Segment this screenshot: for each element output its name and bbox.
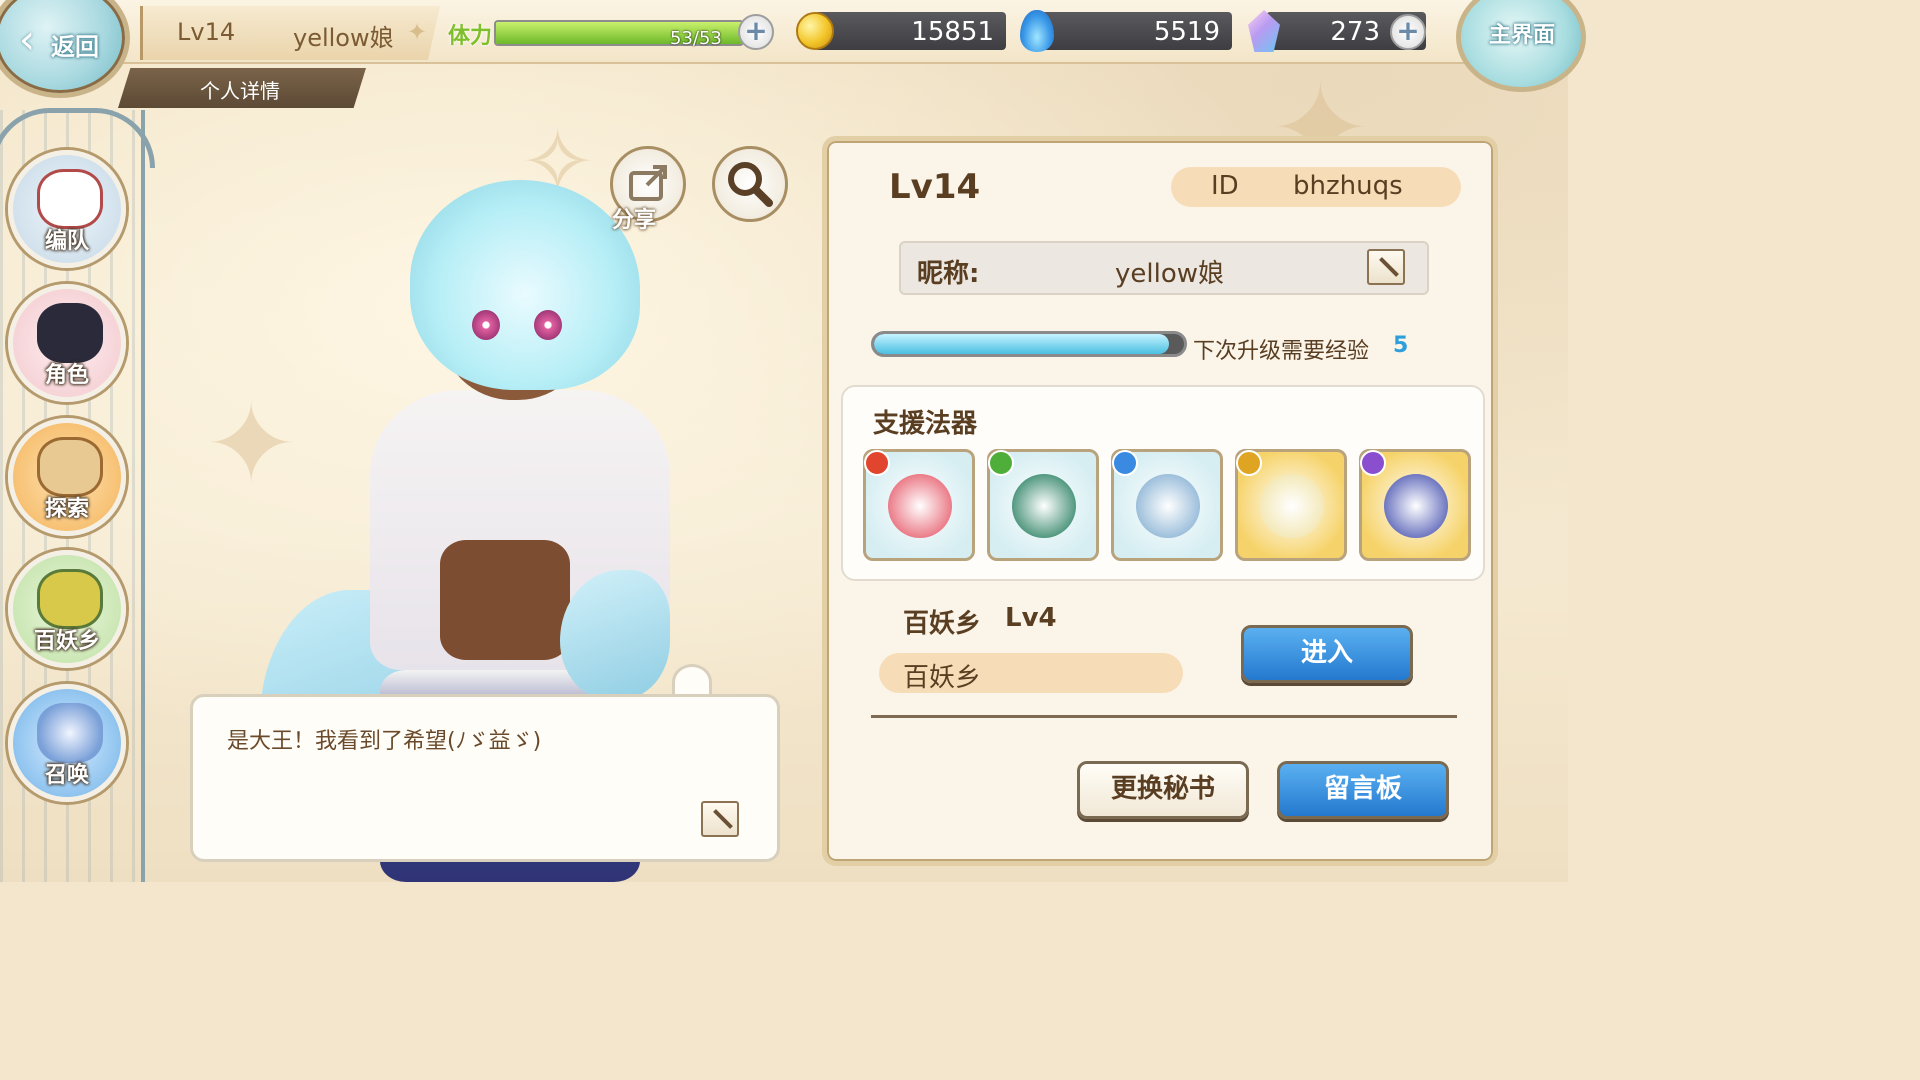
tab-personal-details[interactable]: 个人详情 bbox=[118, 68, 366, 108]
sparkle-icon: ✦ bbox=[407, 18, 428, 46]
sidebar-item-character[interactable]: 角色 bbox=[8, 284, 126, 402]
artifact-slot[interactable] bbox=[1359, 449, 1471, 561]
stamina-value: 53/53 bbox=[670, 28, 722, 49]
zoom-button[interactable] bbox=[712, 146, 788, 222]
gold-value: 15851 bbox=[911, 17, 994, 47]
dark-beast-sword-artifact-icon bbox=[1384, 474, 1448, 538]
exp-value: 5 bbox=[1393, 333, 1409, 358]
element-badge-icon bbox=[1112, 450, 1138, 476]
element-badge-icon bbox=[988, 450, 1014, 476]
player-id-pill: ID bhzhuqs bbox=[1171, 167, 1461, 207]
golden-mirror-artifact-icon bbox=[1260, 474, 1324, 538]
message-board-button[interactable]: 留言板 bbox=[1277, 761, 1449, 819]
sidebar-item-label: 编队 bbox=[44, 229, 89, 254]
sidebar-item-label: 百妖乡 bbox=[33, 629, 100, 654]
sidebar-item-summon[interactable]: 召唤 bbox=[8, 684, 126, 802]
nickname-label: 昵称: bbox=[917, 259, 980, 289]
character-eye bbox=[472, 310, 500, 340]
gold-coin-icon bbox=[796, 12, 834, 50]
spirit-fire-counter: 5519 bbox=[1040, 12, 1232, 50]
village-name: 百妖乡 bbox=[903, 609, 982, 639]
change-secretary-button[interactable]: 更换秘书 bbox=[1077, 761, 1249, 819]
home-label: 主界面 bbox=[1489, 23, 1556, 48]
sidebar-item-village[interactable]: 百妖乡 bbox=[8, 550, 126, 668]
nickname-field: 昵称: yellow娘 bbox=[899, 241, 1429, 295]
player-name: yellow娘 bbox=[293, 24, 394, 52]
sidebar-item-explore[interactable]: 探索 bbox=[8, 418, 126, 536]
exp-bar bbox=[871, 331, 1187, 357]
artifact-slot[interactable] bbox=[1111, 449, 1223, 561]
dialogue-bubble: 是大王！我看到了希望(ﾉゞ益ゞ) bbox=[190, 694, 780, 862]
sidebar-item-label: 召唤 bbox=[44, 763, 89, 788]
profile-level: Lv14 bbox=[889, 167, 981, 207]
enter-village-button[interactable]: 进入 bbox=[1241, 625, 1413, 683]
element-badge-icon bbox=[1360, 450, 1386, 476]
nickname-value: yellow娘 bbox=[1115, 259, 1225, 289]
add-stamina-button[interactable]: + bbox=[738, 14, 774, 50]
crystal-value: 273 bbox=[1330, 17, 1380, 47]
artifact-slot[interactable] bbox=[1235, 449, 1347, 561]
section-divider bbox=[871, 715, 1457, 718]
village-house-icon bbox=[37, 569, 103, 629]
element-badge-icon bbox=[1236, 450, 1262, 476]
exp-bar-fill bbox=[874, 334, 1169, 354]
support-artifacts-title: 支援法器 bbox=[873, 409, 978, 439]
character-torso bbox=[440, 540, 570, 660]
artifact-slot[interactable] bbox=[863, 449, 975, 561]
ice-dragon-artifact-icon bbox=[1136, 474, 1200, 538]
stamina-label: 体力 bbox=[448, 24, 493, 49]
village-level: Lv4 bbox=[1005, 603, 1057, 633]
gold-counter: 15851 bbox=[814, 12, 1006, 50]
team-icon bbox=[37, 169, 103, 229]
summon-swirl-icon bbox=[37, 703, 103, 763]
explore-map-icon bbox=[37, 437, 103, 497]
village-pill: 百妖乡 bbox=[879, 653, 1183, 693]
spirit-fire-icon bbox=[1020, 10, 1054, 52]
player-level: Lv14 bbox=[177, 18, 236, 46]
player-plate: Lv14 yellow娘 ✦ bbox=[140, 6, 440, 60]
star-chain-artifact-icon bbox=[888, 474, 952, 538]
edit-dialogue-icon[interactable] bbox=[701, 801, 739, 837]
support-artifacts-section: 支援法器 bbox=[841, 385, 1485, 581]
spirit-fire-value: 5519 bbox=[1153, 17, 1220, 47]
back-label: 返回 bbox=[51, 33, 99, 61]
stamina-meter: 体力 53/53 bbox=[448, 12, 778, 54]
profile-panel: Lv14 ID bhzhuqs 昵称: yellow娘 下次升级需要经验 5 支… bbox=[822, 136, 1498, 866]
character-icon bbox=[37, 303, 103, 363]
magnifier-icon bbox=[728, 162, 773, 207]
id-label: ID bbox=[1211, 171, 1239, 201]
sidebar-item-label: 角色 bbox=[44, 363, 89, 388]
artifact-slot[interactable] bbox=[987, 449, 1099, 561]
character-eye bbox=[534, 310, 562, 340]
village-pill-label: 百妖乡 bbox=[903, 663, 982, 693]
edit-nickname-icon[interactable] bbox=[1367, 249, 1405, 285]
add-crystal-button[interactable]: + bbox=[1390, 14, 1426, 50]
sidebar-item-team[interactable]: 编队 bbox=[8, 150, 126, 268]
sidebar-item-label: 探索 bbox=[44, 497, 89, 522]
exp-label: 下次升级需要经验 bbox=[1193, 339, 1370, 364]
jade-sword-artifact-icon bbox=[1012, 474, 1076, 538]
character-hair bbox=[410, 180, 640, 390]
back-arrow-icon: ‹ bbox=[19, 17, 35, 63]
id-value: bhzhuqs bbox=[1293, 171, 1403, 201]
tab-personal-details-label: 个人详情 bbox=[200, 79, 280, 103]
dialogue-text: 是大王！我看到了希望(ﾉゞ益ゞ) bbox=[227, 729, 542, 754]
share-label: 分享 bbox=[612, 208, 657, 233]
element-badge-icon bbox=[864, 450, 890, 476]
